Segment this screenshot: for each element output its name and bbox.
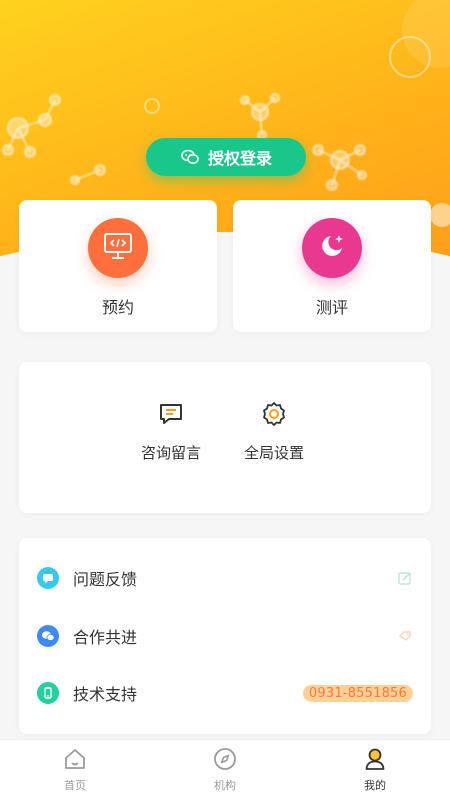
- consult-message-label: 咨询留言: [141, 444, 202, 462]
- tab-home[interactable]: 首页: [0, 740, 150, 800]
- wechat-icon: [180, 147, 200, 167]
- tab-mine-label: 我的: [364, 779, 386, 792]
- global-settings-label: 全局设置: [244, 444, 305, 462]
- list-item-cooperation[interactable]: 合作共进: [19, 608, 431, 664]
- chat-bubble-icon: [37, 567, 59, 589]
- services-card: 咨询留言 全局设置: [19, 362, 431, 513]
- menu-list-card: 问题反馈 合作共进 技术支持 0931-8551856: [19, 538, 431, 734]
- bottom-tabbar: 首页 机构 我的: [0, 739, 450, 800]
- phone-number-badge-wrap: 0931-8551856: [302, 684, 413, 702]
- login-button-label: 授权登录: [207, 149, 272, 168]
- message-icon: [157, 400, 185, 428]
- tab-mine[interactable]: 我的: [300, 740, 450, 800]
- list-item-feedback[interactable]: 问题反馈: [19, 550, 431, 606]
- consult-message-item[interactable]: 咨询留言: [141, 400, 201, 463]
- user-icon: [362, 746, 388, 772]
- compass-icon: [212, 746, 238, 772]
- appointment-icon-circle: [88, 218, 148, 278]
- phone-number-badge[interactable]: 0931-8551856: [302, 684, 413, 702]
- authorize-login-button[interactable]: 授权登录: [146, 138, 306, 176]
- monitor-code-icon: [102, 231, 134, 265]
- tab-institution-label: 机构: [214, 779, 236, 792]
- home-icon: [62, 746, 88, 772]
- tech-support-label: 技术支持: [73, 685, 138, 704]
- list-item-tech-support[interactable]: 技术支持 0931-8551856: [19, 665, 431, 721]
- cooperation-label: 合作共进: [73, 628, 138, 647]
- wechat-icon: [37, 625, 59, 647]
- phone-icon: [37, 682, 59, 704]
- tag-icon: [397, 629, 413, 643]
- assessment-icon-circle: [302, 218, 362, 278]
- tab-home-label: 首页: [64, 779, 86, 792]
- appointment-label: 预约: [101, 298, 134, 317]
- tab-institution[interactable]: 机构: [150, 740, 300, 800]
- global-settings-item[interactable]: 全局设置: [244, 400, 304, 463]
- appointment-card[interactable]: 预约: [19, 200, 217, 332]
- assessment-label: 测评: [315, 298, 348, 317]
- feedback-label: 问题反馈: [73, 570, 138, 589]
- edit-icon: [397, 570, 413, 586]
- assessment-card[interactable]: 测评: [233, 200, 431, 332]
- moon-star-icon: [317, 231, 347, 265]
- gear-icon: [260, 400, 288, 428]
